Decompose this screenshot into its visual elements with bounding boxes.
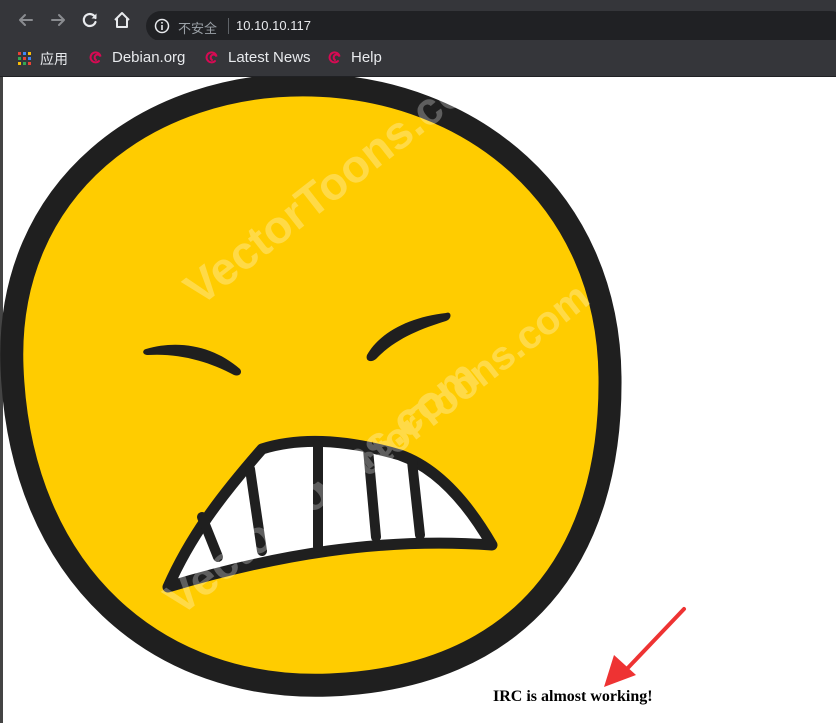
info-icon[interactable] xyxy=(154,18,170,34)
page-caption: IRC is almost working! xyxy=(493,688,653,705)
angry-emoji-image: VectorToons.com VectorToons.com VectorTo… xyxy=(0,77,686,697)
url-text[interactable]: 10.10.10.117 xyxy=(236,18,311,33)
bookmark-debian-org[interactable]: Debian.org xyxy=(88,49,185,66)
omnibox-divider xyxy=(228,18,229,34)
red-arrow-annotation xyxy=(604,607,686,687)
back-button[interactable] xyxy=(14,8,38,32)
debian-swirl-icon xyxy=(328,50,341,63)
debian-swirl-icon xyxy=(89,50,102,63)
browser-toolbar: 不安全 10.10.10.117 xyxy=(0,0,836,41)
bookmark-label: Debian.org xyxy=(112,49,186,66)
reload-icon xyxy=(82,12,97,28)
bookmark-latest-news[interactable]: Latest News xyxy=(204,49,311,66)
debian-swirl-icon xyxy=(205,50,218,63)
forward-arrow-icon xyxy=(51,14,65,26)
home-button[interactable] xyxy=(110,8,134,32)
reload-button[interactable] xyxy=(78,8,102,32)
back-arrow-icon xyxy=(19,14,33,26)
bookmarks-bar: 应用 Debian.org Latest News Help xyxy=(0,40,836,77)
page-content: VectorToons.com VectorToons.com VectorTo… xyxy=(0,77,836,723)
bookmark-label: Latest News xyxy=(228,49,311,66)
home-icon xyxy=(114,12,130,28)
apps-grid-icon xyxy=(18,52,31,65)
bookmark-apps[interactable]: 应用 xyxy=(18,49,68,69)
bookmark-label: Help xyxy=(351,49,382,66)
bookmark-apps-label: 应用 xyxy=(40,52,68,68)
forward-button[interactable] xyxy=(46,8,70,32)
bookmark-help[interactable]: Help xyxy=(327,49,382,66)
not-secure-label: 不安全 xyxy=(178,22,218,37)
address-bar[interactable]: 不安全 10.10.10.117 xyxy=(146,11,836,41)
